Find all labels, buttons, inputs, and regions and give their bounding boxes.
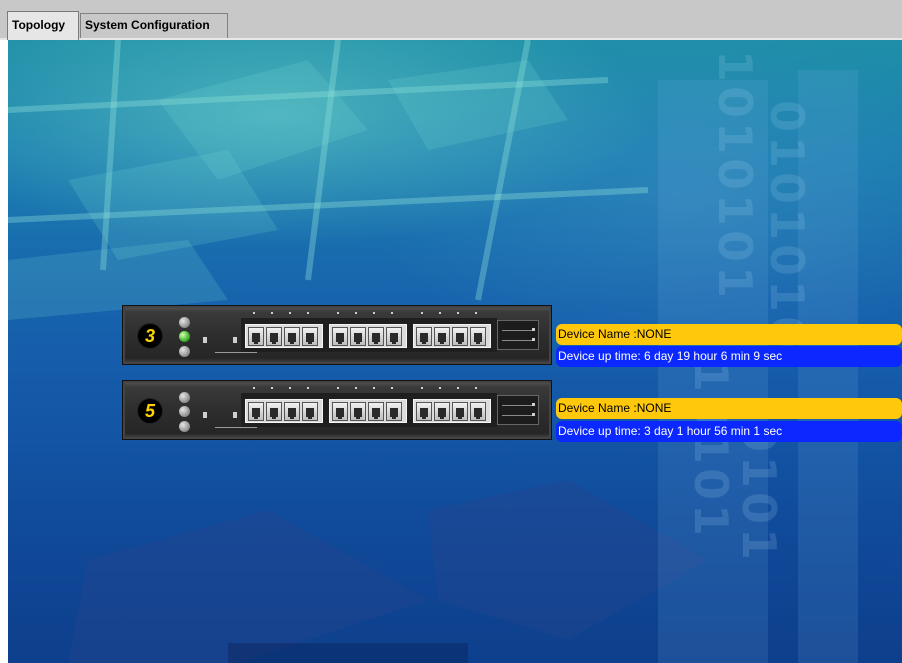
rj45-port-icon[interactable]	[386, 327, 402, 346]
rj45-port-icon[interactable]	[416, 327, 432, 346]
status-led-icon	[179, 392, 190, 403]
rj45-port-icon[interactable]	[368, 327, 384, 346]
status-led-icon	[179, 406, 190, 417]
port-number-tick	[391, 387, 393, 389]
unit-number-badge: 5	[137, 398, 163, 424]
tab-system-configuration-label: System Configuration	[85, 18, 210, 32]
rj45-port-icon[interactable]	[368, 402, 384, 421]
rj45-port-icon[interactable]	[470, 402, 486, 421]
port-number-tick	[457, 387, 459, 389]
port-group	[245, 399, 323, 423]
rj45-port-icon[interactable]	[452, 402, 468, 421]
device-name-label: Device Name :NONE	[556, 398, 902, 419]
rj45-port-icon[interactable]	[386, 402, 402, 421]
switch-device[interactable]: 3	[122, 305, 552, 365]
status-led-icon	[179, 346, 190, 357]
port-number-tick	[307, 387, 309, 389]
port-number-tick	[373, 387, 375, 389]
port-number-tick	[355, 387, 357, 389]
switch-device[interactable]: 5	[122, 380, 552, 440]
console-port	[201, 322, 239, 350]
port-number-tick	[307, 312, 309, 314]
port-number-tick	[355, 312, 357, 314]
port-number-tick	[289, 312, 291, 314]
rj45-port-icon[interactable]	[248, 327, 264, 346]
rj45-port-icon[interactable]	[452, 327, 468, 346]
port-number-row	[241, 387, 497, 391]
port-number-tick	[373, 312, 375, 314]
device-uptime-label: Device up time: 3 day 1 hour 56 min 1 se…	[556, 421, 902, 442]
port-number-tick	[253, 312, 255, 314]
rj45-port-icon[interactable]	[302, 402, 318, 421]
rj45-port-icon[interactable]	[332, 327, 348, 346]
console-port	[201, 397, 239, 425]
rj45-port-icon[interactable]	[266, 402, 282, 421]
binary-decoration: 10101	[684, 360, 738, 541]
status-led-icon	[179, 317, 190, 328]
rj45-port-icon[interactable]	[248, 402, 264, 421]
rj45-port-icon[interactable]	[470, 327, 486, 346]
port-number-tick	[271, 312, 273, 314]
port-number-tick	[271, 387, 273, 389]
rj45-port-icon[interactable]	[434, 327, 450, 346]
binary-decoration: 0101010	[760, 100, 814, 353]
rj45-port-icon[interactable]	[266, 327, 282, 346]
uplink-module[interactable]	[497, 320, 539, 350]
port-group	[413, 399, 491, 423]
rj45-port-icon[interactable]	[284, 402, 300, 421]
tab-strip: Topology System Configuration	[0, 0, 902, 40]
rj45-port-icon[interactable]	[302, 327, 318, 346]
port-number-tick	[439, 387, 441, 389]
topology-viewport: 1010101 0101010 10101 0101 3 5 Device Na…	[8, 40, 902, 663]
port-group	[329, 324, 407, 348]
port-group	[329, 399, 407, 423]
port-number-tick	[475, 312, 477, 314]
rj45-port-icon[interactable]	[416, 402, 432, 421]
port-bracket-line	[215, 352, 257, 353]
port-number-row	[241, 312, 497, 316]
port-bracket-line	[215, 427, 257, 428]
device-uptime-label: Device up time: 6 day 19 hour 6 min 9 se…	[556, 346, 902, 367]
tab-topology[interactable]: Topology	[7, 11, 79, 40]
port-number-tick	[439, 312, 441, 314]
port-group	[245, 324, 323, 348]
port-number-tick	[337, 387, 339, 389]
port-number-tick	[391, 312, 393, 314]
rj45-port-icon[interactable]	[434, 402, 450, 421]
rj45-port-icon[interactable]	[350, 327, 366, 346]
unit-number-badge: 3	[137, 323, 163, 349]
rj45-port-icon[interactable]	[332, 402, 348, 421]
device-name-label: Device Name :NONE	[556, 324, 902, 345]
port-group	[413, 324, 491, 348]
port-number-tick	[457, 312, 459, 314]
rj45-port-icon[interactable]	[350, 402, 366, 421]
tab-system-configuration[interactable]: System Configuration	[80, 13, 228, 38]
rj45-port-icon[interactable]	[284, 327, 300, 346]
uplink-module[interactable]	[497, 395, 539, 425]
port-number-tick	[475, 387, 477, 389]
binary-decoration: 1010101	[708, 50, 762, 303]
port-number-tick	[253, 387, 255, 389]
status-led-icon	[179, 331, 190, 342]
port-panel	[241, 318, 497, 352]
port-number-tick	[289, 387, 291, 389]
port-number-tick	[421, 312, 423, 314]
port-number-tick	[421, 387, 423, 389]
port-panel	[241, 393, 497, 427]
port-number-tick	[337, 312, 339, 314]
status-led-icon	[179, 421, 190, 432]
tab-topology-label: Topology	[12, 18, 66, 32]
